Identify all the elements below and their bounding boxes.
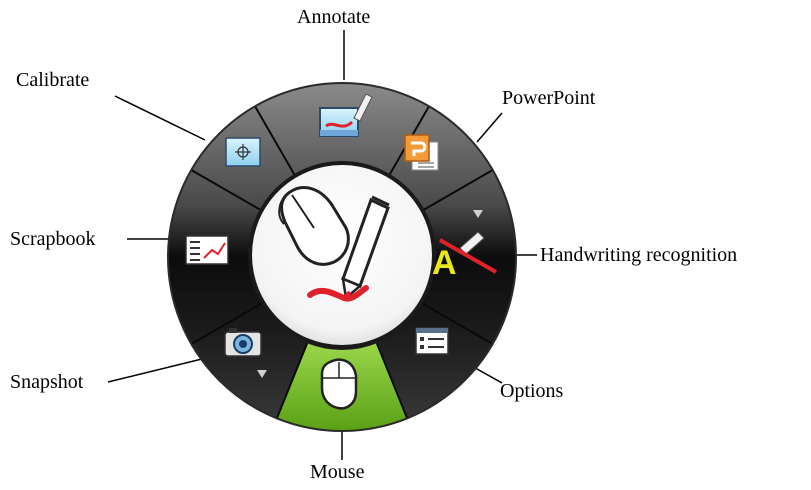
handwriting-label: Handwriting recognition [540, 244, 738, 266]
scrapbook-icon[interactable] [185, 235, 229, 265]
snapshot-leader-line [107, 356, 211, 383]
annotate-label: Annotate [297, 6, 371, 28]
options-label: Options [500, 380, 564, 402]
powerpoint-label: PowerPoint [502, 87, 596, 109]
snapshot-label: Snapshot [10, 371, 84, 393]
svg-text:A: A [432, 244, 457, 282]
calibrate-icon[interactable] [225, 137, 261, 167]
mouse-label: Mouse [310, 461, 365, 483]
powerpoint-leader-line [476, 112, 503, 143]
scrapbook-label: Scrapbook [10, 228, 96, 250]
mouse-icon [320, 358, 358, 410]
calibrate-leader-line [114, 95, 206, 141]
options-icon[interactable] [415, 327, 449, 355]
calibrate-label: Calibrate [16, 69, 90, 91]
